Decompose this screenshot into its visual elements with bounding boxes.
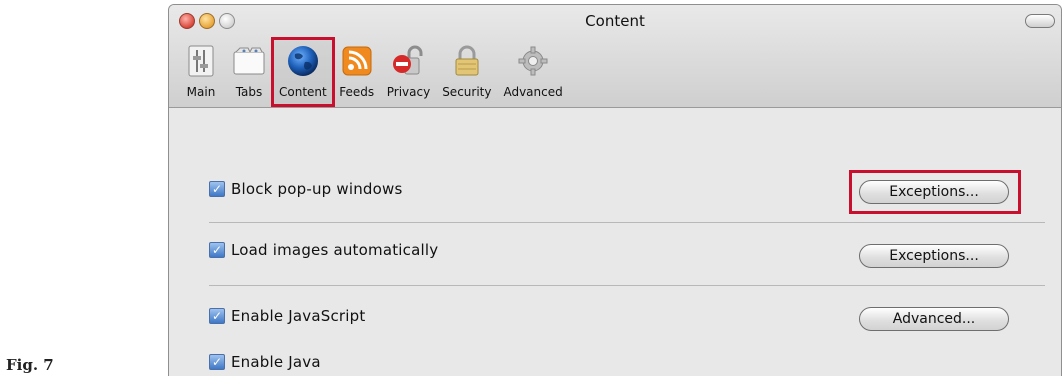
load-images-checkbox[interactable]: ✓ [209,242,225,258]
divider [209,285,1045,286]
gear-icon [515,43,551,79]
enable-java-label: Enable Java [231,353,321,371]
tabs-icon [231,43,267,79]
block-popups-checkbox[interactable]: ✓ [209,181,225,197]
block-popups-label: Block pop-up windows [231,180,403,198]
enable-javascript-label: Enable JavaScript [231,307,366,325]
tab-security-label: Security [442,85,492,99]
lock-icon [449,43,485,79]
preferences-toolbar: Main Tabs Content Feeds Privacy Security… [177,37,569,107]
content-pane: ✓ Block pop-up windows Exceptions... ✓ L… [169,108,1061,376]
images-exceptions-button[interactable]: Exceptions... [859,244,1009,268]
divider [209,222,1045,223]
tab-privacy-label: Privacy [386,85,431,99]
popup-exceptions-button[interactable]: Exceptions... [859,180,1009,204]
tab-content-label: Content [279,85,327,99]
tab-advanced[interactable]: Advanced [497,39,568,105]
enable-javascript-checkbox[interactable]: ✓ [209,308,225,324]
main-icon [183,43,219,79]
figure-caption: Fig. 7 [6,356,54,374]
tab-content[interactable]: Content [271,37,335,107]
tab-tabs-label: Tabs [235,85,263,99]
window-title: Content [585,12,645,30]
load-images-row: ✓ Load images automatically [209,241,438,259]
rss-icon [339,43,375,79]
enable-java-row: ✓ Enable Java [209,353,321,371]
tab-advanced-label: Advanced [503,85,563,99]
privacy-icon [390,43,426,79]
tab-feeds[interactable]: Feeds [333,39,381,105]
title-bar: Content Main Tabs Content Feeds Privacy … [169,5,1061,108]
tab-tabs[interactable]: Tabs [225,39,273,105]
preferences-window: Content Main Tabs Content Feeds Privacy … [168,4,1062,376]
enable-java-checkbox[interactable]: ✓ [209,354,225,370]
toolbar-toggle-button[interactable] [1025,14,1055,28]
javascript-advanced-button[interactable]: Advanced... [859,307,1009,331]
tab-main[interactable]: Main [177,39,225,105]
block-popups-row: ✓ Block pop-up windows [209,180,403,198]
tab-privacy[interactable]: Privacy [381,39,436,105]
enable-javascript-row: ✓ Enable JavaScript [209,307,365,325]
load-images-label: Load images automatically [231,241,439,259]
globe-icon [285,43,321,79]
tab-security[interactable]: Security [436,39,497,105]
tab-feeds-label: Feeds [339,85,375,99]
tab-main-label: Main [186,85,216,99]
